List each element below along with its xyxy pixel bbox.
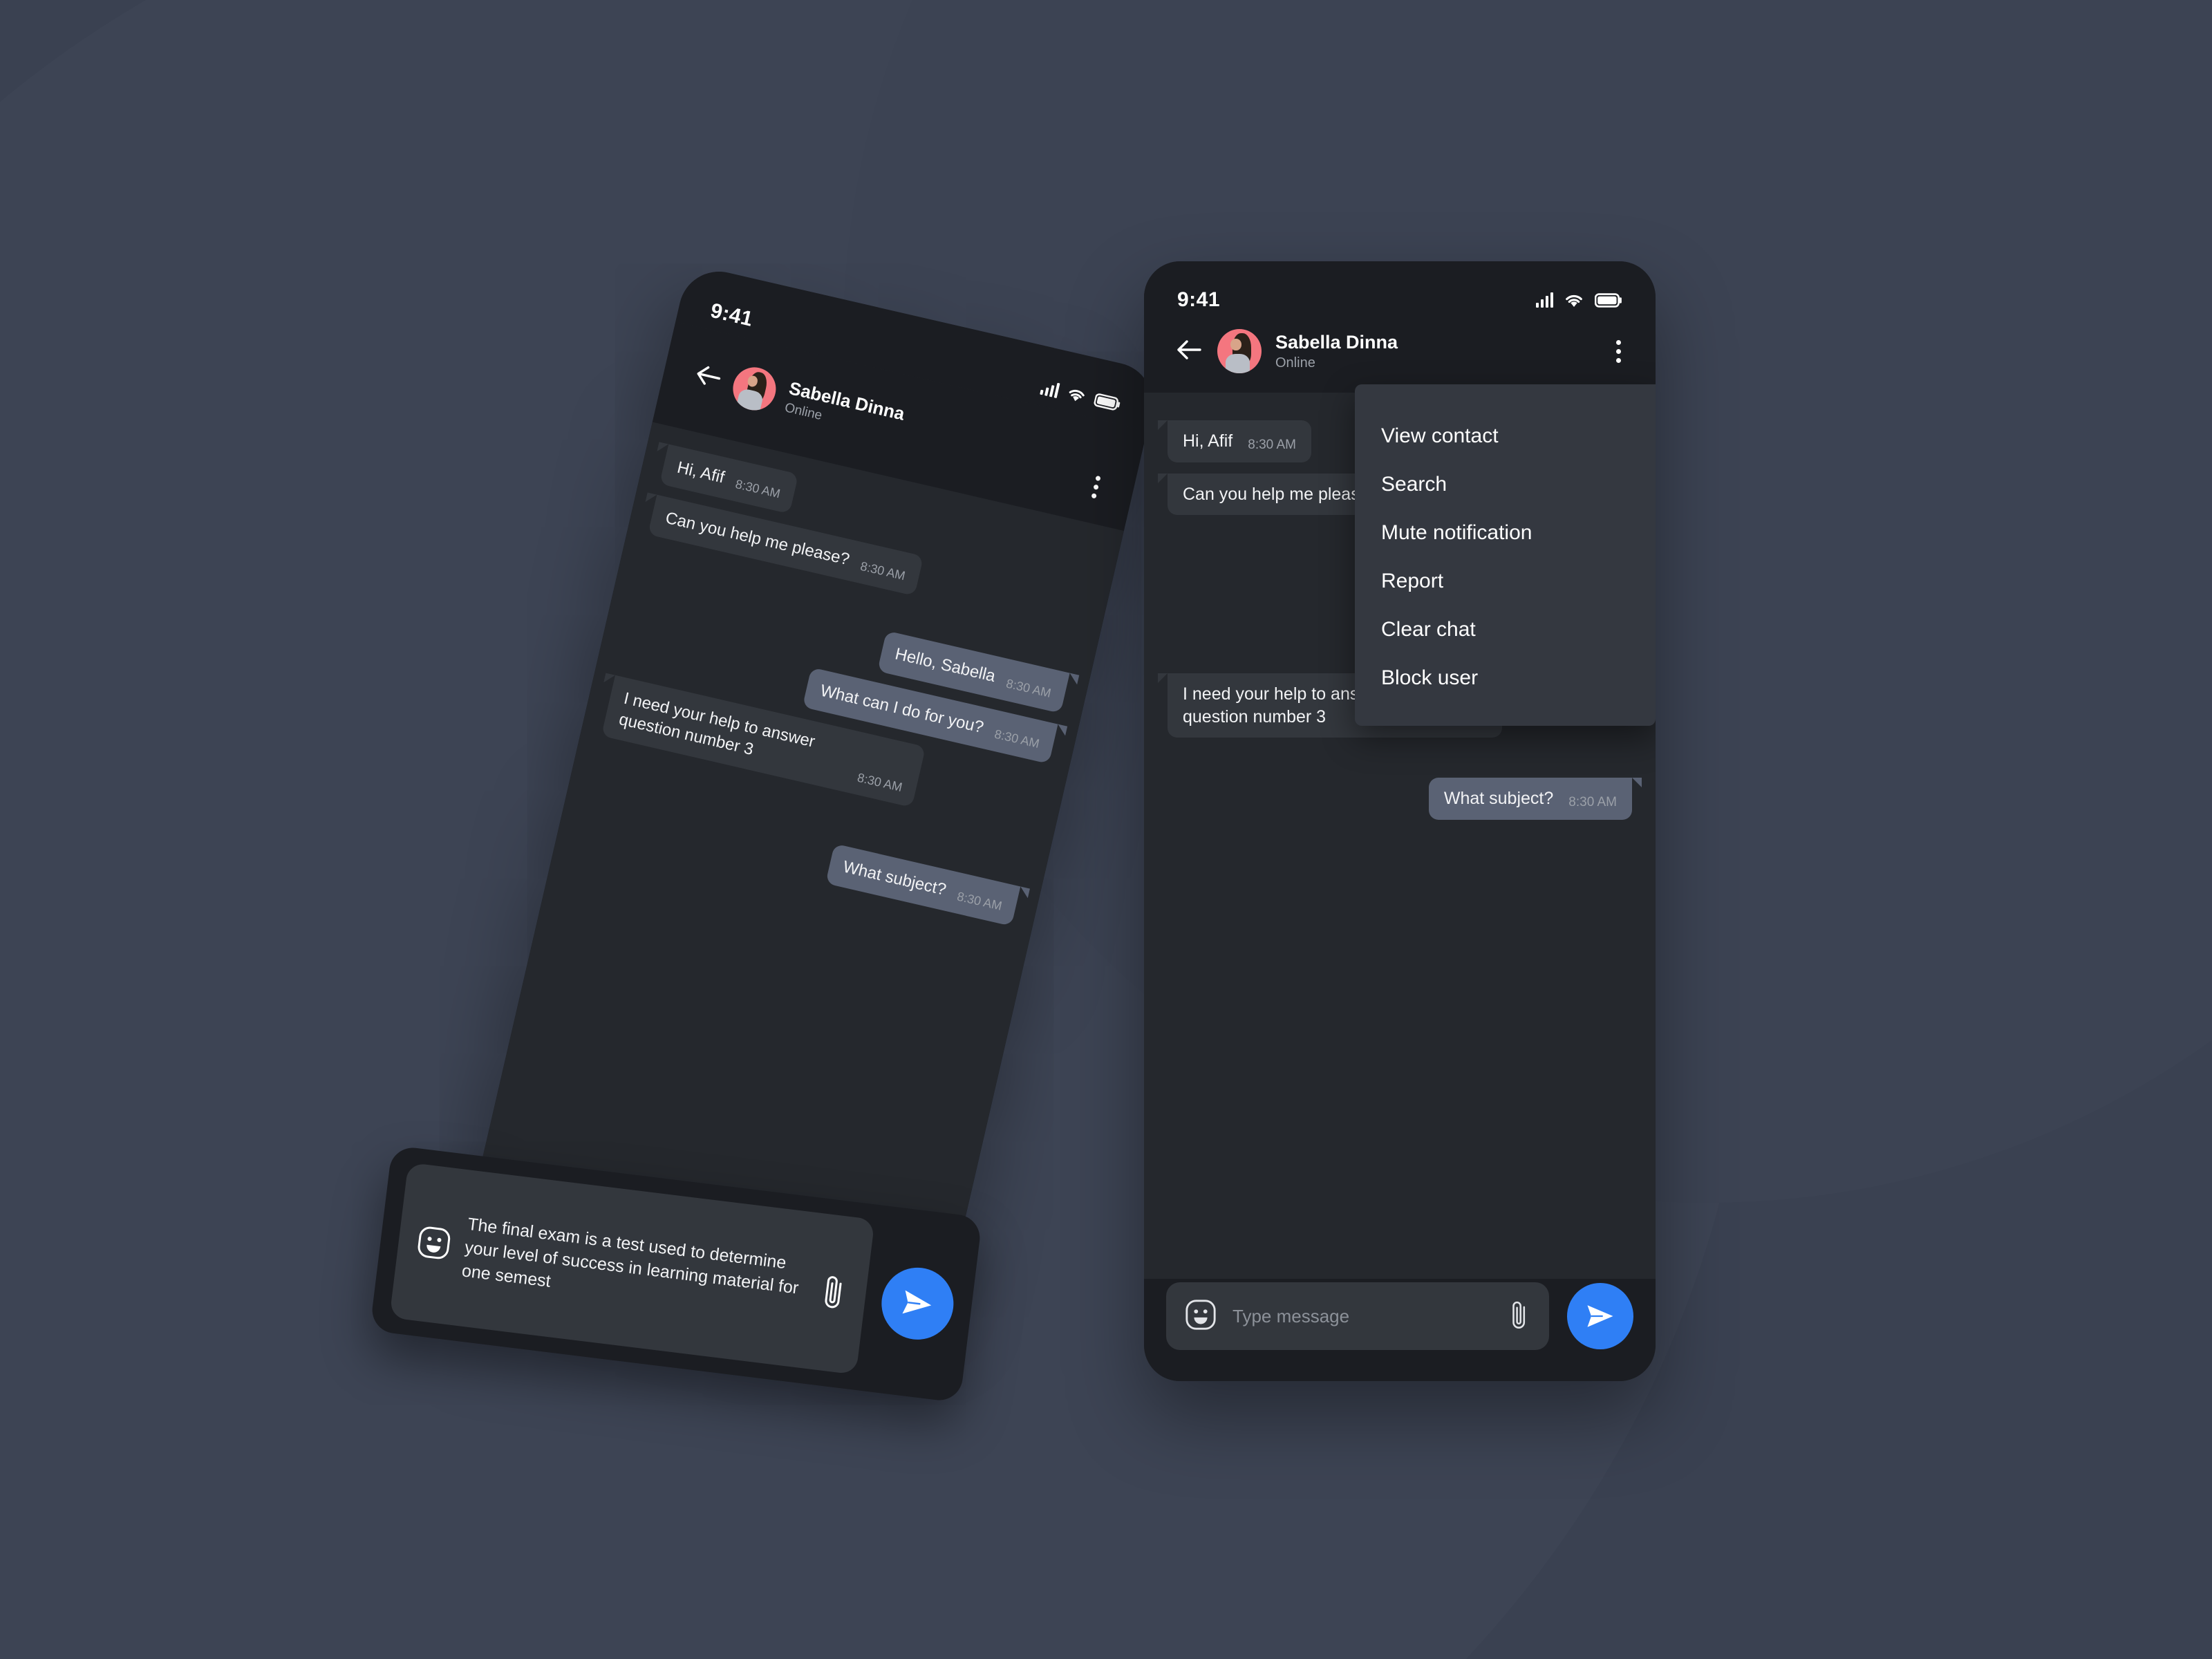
menu-item-mute-notification[interactable]: Mute notification — [1355, 509, 1656, 557]
message-time: 8:30 AM — [1248, 437, 1296, 452]
kebab-menu-icon[interactable] — [1612, 335, 1625, 368]
status-time: 9:41 — [708, 299, 756, 331]
message-time: 8:30 AM — [1004, 676, 1053, 700]
phone-screen-right: 9:41 Sabella Dinna Online Hi, Afif 8:30 … — [1144, 261, 1656, 1381]
message-time: 8:30 AM — [856, 770, 904, 795]
contact-info: Sabella Dinna Online — [1275, 332, 1598, 371]
wifi-icon — [1066, 386, 1087, 404]
message-row: What subject? 8:30 AM — [1168, 778, 1632, 820]
message-text: Hi, Afif — [1183, 431, 1233, 451]
message-text: What subject? — [1443, 789, 1554, 808]
status-icons — [1536, 292, 1622, 308]
send-paper-plane-icon — [902, 1290, 932, 1314]
send-button[interactable] — [1567, 1283, 1633, 1349]
message-text: What subject? — [841, 857, 948, 900]
message-text: Hi, Afif — [675, 458, 727, 487]
battery-full-icon — [1093, 393, 1122, 412]
context-menu: View contact Search Mute notification Re… — [1355, 384, 1656, 726]
back-arrow-icon[interactable] — [692, 362, 724, 393]
message-time: 8:30 AM — [955, 889, 1004, 914]
wifi-icon — [1564, 293, 1584, 308]
send-paper-plane-icon — [1587, 1305, 1613, 1327]
menu-item-report[interactable]: Report — [1355, 557, 1656, 606]
avatar[interactable] — [1217, 329, 1262, 373]
chat-header: Sabella Dinna Online — [1144, 319, 1656, 393]
menu-item-clear-chat[interactable]: Clear chat — [1355, 606, 1656, 654]
phone-mockup-right: 9:41 Sabella Dinna Online Hi, Afif 8:30 … — [1144, 261, 1656, 1381]
message-text: Can you help me please? — [1183, 484, 1379, 504]
contact-name: Sabella Dinna — [1275, 331, 1398, 353]
status-bar: 9:41 — [1144, 261, 1656, 319]
send-button[interactable] — [877, 1263, 958, 1344]
emoji-smiley-icon[interactable] — [414, 1224, 453, 1266]
paperclip-icon[interactable] — [1508, 1298, 1531, 1335]
menu-item-block-user[interactable]: Block user — [1355, 654, 1656, 702]
message-input-value: The final exam is a test used to determi… — [460, 1215, 800, 1298]
message-time: 8:30 AM — [859, 559, 907, 583]
back-arrow-icon[interactable] — [1174, 339, 1203, 364]
cellular-signal-icon — [1040, 379, 1060, 399]
menu-item-search[interactable]: Search — [1355, 460, 1656, 509]
avatar[interactable] — [729, 362, 780, 415]
message-input-field[interactable]: Type message — [1166, 1282, 1549, 1350]
message-time: 8:30 AM — [733, 477, 782, 501]
message-bubble-incoming[interactable]: Hi, Afif 8:30 AM — [1168, 420, 1311, 462]
cellular-signal-icon — [1536, 292, 1553, 308]
battery-full-icon — [1595, 292, 1622, 308]
emoji-smiley-icon[interactable] — [1184, 1298, 1217, 1335]
message-input-placeholder: Type message — [1232, 1305, 1350, 1327]
status-time: 9:41 — [1177, 288, 1221, 311]
message-text: Hello, Sabella — [893, 644, 997, 686]
status-icons — [1040, 379, 1122, 413]
message-bubble-outgoing[interactable]: What subject? 8:30 AM — [1428, 778, 1632, 820]
input-bar: Type message — [1144, 1279, 1656, 1381]
contact-status: Online — [1275, 355, 1315, 371]
menu-item-view-contact[interactable]: View contact — [1355, 412, 1656, 460]
message-time: 8:30 AM — [1568, 794, 1617, 809]
paperclip-icon[interactable] — [818, 1271, 850, 1315]
message-time: 8:30 AM — [993, 727, 1041, 751]
kebab-menu-icon[interactable] — [1085, 468, 1106, 507]
